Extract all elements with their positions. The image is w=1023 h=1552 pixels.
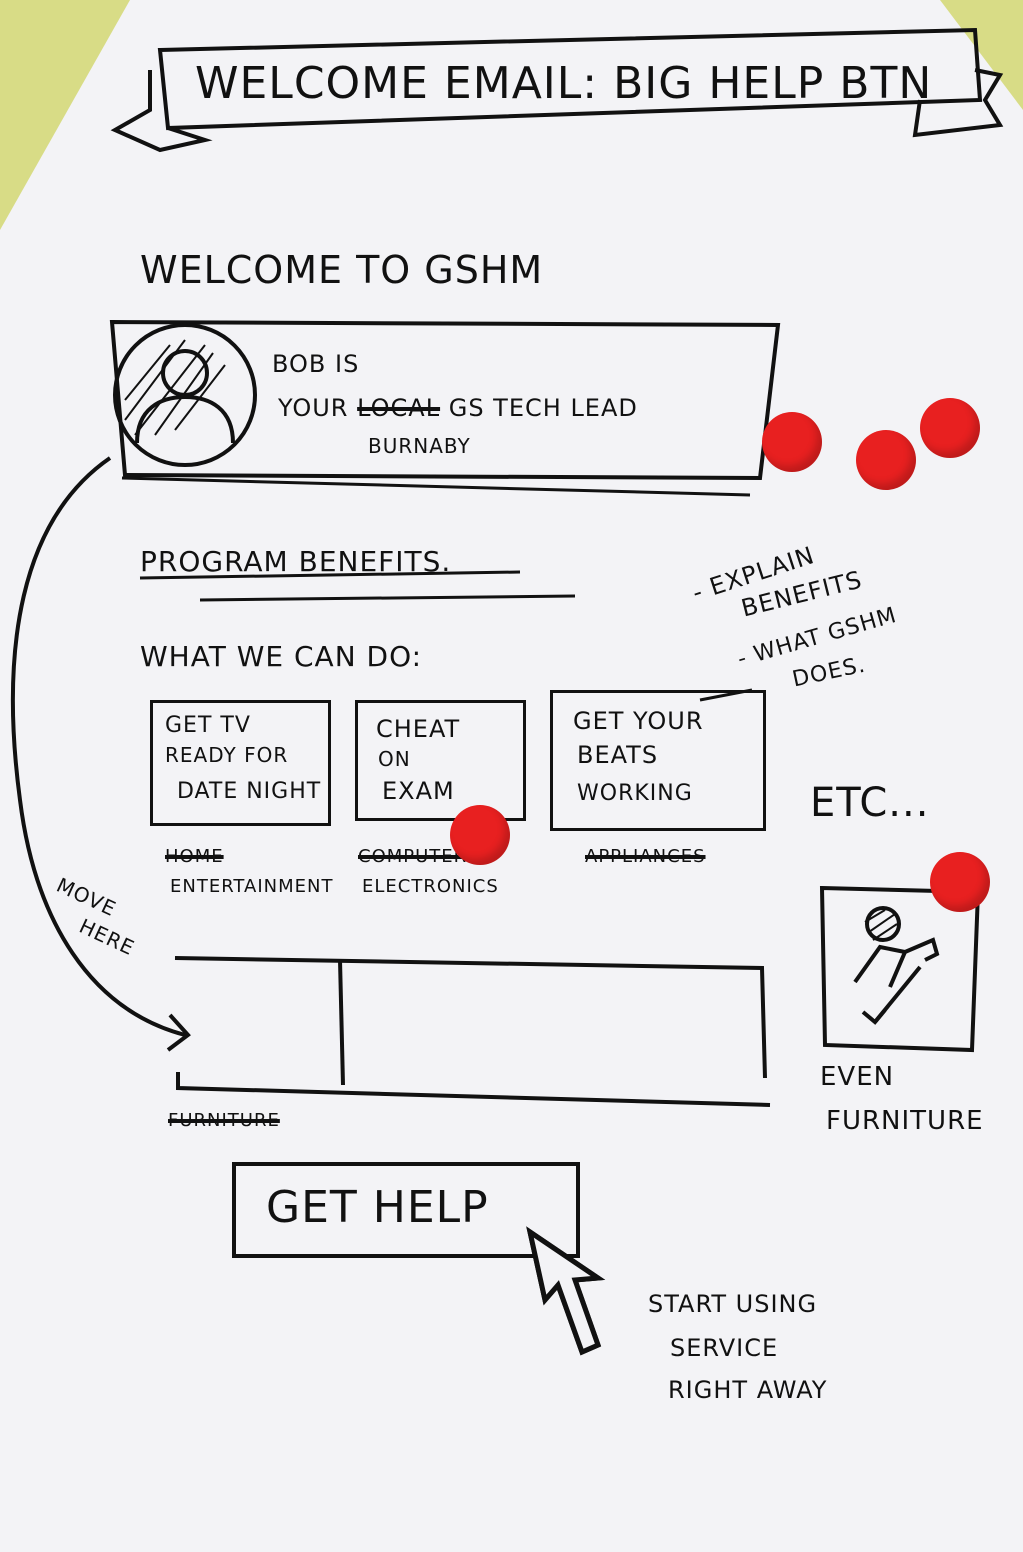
vote-sticker — [920, 398, 980, 458]
vote-sticker — [450, 805, 510, 865]
content-slot-small — [178, 962, 340, 1082]
even-furniture-label: FURNITURE — [826, 1106, 984, 1136]
welcome-heading: WELCOME TO GSHM — [140, 248, 544, 292]
cta-note: SERVICE — [670, 1334, 779, 1362]
benefits-heading: PROGRAM BENEFITS. — [140, 545, 452, 578]
cta-note: RIGHT AWAY — [668, 1376, 828, 1404]
vote-sticker — [930, 852, 990, 912]
tech-lead-line1: BOB IS — [272, 350, 360, 378]
mouse-cursor-icon — [526, 1226, 606, 1356]
struck-local: LOCAL — [357, 394, 441, 422]
etc-label: ETC... — [810, 780, 930, 826]
tech-lead-line2: YOUR LOCAL GS TECH LEAD — [278, 394, 638, 422]
cta-note: START USING — [648, 1290, 818, 1318]
page-title: WELCOME EMAIL: BIG HELP BTN — [195, 58, 933, 109]
repair-wrench-icon — [853, 906, 940, 1025]
benefit-card[interactable]: GET YOUR BEATS WORKING — [550, 690, 766, 831]
card-category-struck: COMPUTER — [358, 846, 468, 867]
tech-lead-location: BURNABY — [368, 434, 471, 458]
card-category: ENTERTAINMENT — [170, 876, 334, 897]
card-category-struck: APPLIANCES — [585, 846, 706, 867]
content-slot-large — [345, 962, 763, 1082]
can-do-label: WHAT WE CAN DO: — [140, 640, 423, 673]
struck-furniture: FURNITURE — [168, 1110, 280, 1131]
person-avatar-icon — [124, 339, 235, 444]
benefit-card[interactable]: CHEAT ON EXAM — [355, 700, 526, 821]
vote-sticker — [762, 412, 822, 472]
card-category-struck: HOME — [165, 846, 224, 867]
even-furniture-label: EVEN — [820, 1062, 895, 1092]
card-category: ELECTRONICS — [362, 876, 499, 897]
benefit-card[interactable]: GET TV READY FOR DATE NIGHT — [150, 700, 331, 826]
vote-sticker — [856, 430, 916, 490]
